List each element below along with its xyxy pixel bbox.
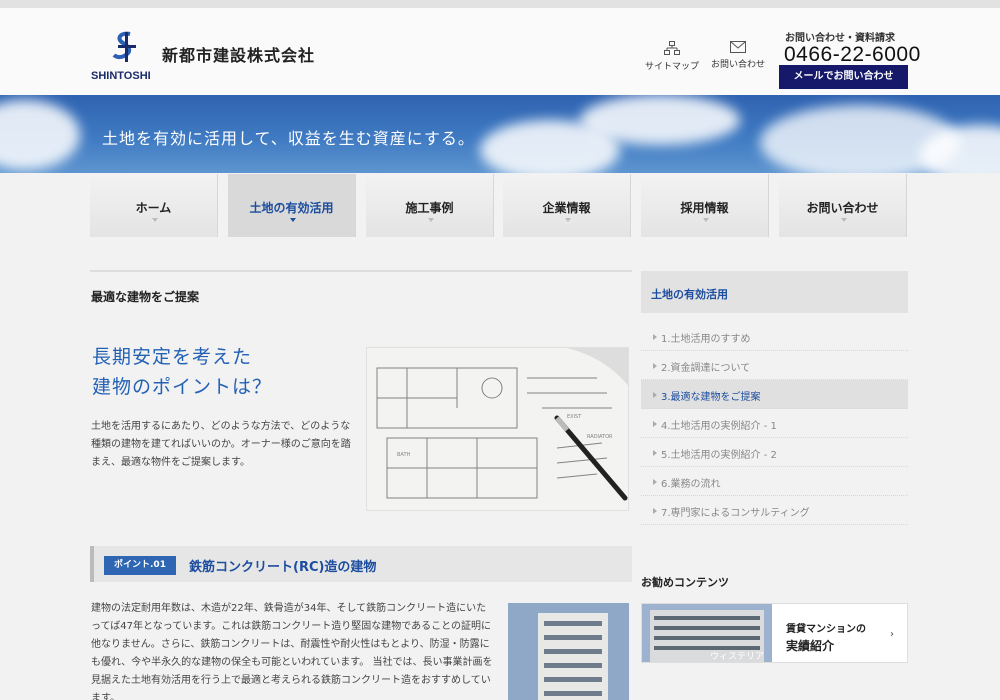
nav-arrow-icon: [152, 218, 158, 222]
nav-company[interactable]: 企業情報: [503, 174, 631, 237]
nav-arrow-icon: [703, 218, 709, 222]
blueprint-illustration: EXIST RADIATOR BATH: [367, 348, 628, 510]
sidebar-item-financing[interactable]: 2.資金調達について: [641, 351, 908, 380]
recommend-card[interactable]: ウィステリア湘南 賃貸マンションの 実績紹介 ›: [641, 603, 908, 663]
nav-contact[interactable]: お問い合わせ: [779, 174, 907, 237]
cloud-decoration: [580, 95, 740, 145]
lead-title-line: 長期安定を考えた: [92, 346, 253, 368]
phone-number[interactable]: 0466-22-6000: [784, 43, 921, 67]
svg-text:RADIATOR: RADIATOR: [587, 434, 613, 440]
nav-arrow-icon: [290, 218, 296, 222]
nav-works[interactable]: 施工事例: [366, 174, 494, 237]
point-body: 建物の法定耐用年数は、木造が22年、鉄骨造が34年、そして鉄筋コンクリート造にい…: [91, 603, 493, 700]
hero-tagline: 土地を有効に活用して、収益を生む資産にする。: [102, 129, 475, 148]
nav-label: 施工事例: [405, 201, 454, 215]
nav-label: 土地の有効活用: [249, 201, 334, 215]
nav-land-use[interactable]: 土地の有効活用: [228, 174, 356, 237]
nav-label: ホーム: [135, 201, 172, 215]
bullet-arrow-icon: [653, 392, 657, 398]
recommend-heading: お勧めコンテンツ: [641, 576, 729, 589]
building-illustration: [508, 603, 629, 700]
sidebar-title[interactable]: 土地の有効活用: [651, 286, 728, 302]
sidebar-item-case-1[interactable]: 4.土地活用の実例紹介 - 1: [641, 409, 908, 438]
sidebar-item-label: 1.土地活用のすすめ: [661, 334, 751, 345]
lead-title-line: 建物のポイントは？: [92, 376, 273, 398]
cloud-decoration: [0, 100, 80, 170]
sidebar-item-building-proposal[interactable]: 3.最適な建物をご提案: [641, 380, 908, 409]
bullet-arrow-icon: [653, 450, 657, 456]
bullet-arrow-icon: [653, 479, 657, 485]
bullet-arrow-icon: [653, 421, 657, 427]
logo-text[interactable]: SHINTOSHI: [91, 70, 151, 82]
sidebar-item-case-2[interactable]: 5.土地活用の実例紹介 - 2: [641, 438, 908, 467]
sidebar-item-label: 3.最適な建物をご提案: [661, 392, 761, 403]
svg-text:EXIST: EXIST: [567, 414, 582, 420]
bullet-arrow-icon: [653, 334, 657, 340]
svg-text:BATH: BATH: [397, 452, 411, 458]
building-photo: [508, 603, 629, 700]
nav-arrow-icon: [841, 218, 847, 222]
page-title: 最適な建物をご提案: [91, 290, 200, 304]
nav-label: 企業情報: [542, 201, 591, 215]
sidebar-item-label: 4.土地活用の実例紹介 - 1: [661, 421, 777, 432]
divider: [90, 270, 632, 272]
lead-body: 土地を活用するにあたり、どのような方法で、どのような種類の建物を建てればいいのか…: [91, 421, 351, 468]
point-badge: ポイント.01: [104, 556, 176, 575]
chevron-right-icon: ›: [890, 629, 894, 640]
sidebar-item-label: 5.土地活用の実例紹介 - 2: [661, 450, 777, 461]
point-title: 鉄筋コンクリート(RC)造の建物: [189, 560, 377, 575]
sitemap-label: サイトマップ: [644, 62, 699, 72]
recommend-caption: ウィステリア湘南: [710, 652, 765, 662]
mail-icon: [730, 41, 746, 53]
sidebar-item-consulting[interactable]: 7.専門家によるコンサルティング: [641, 496, 908, 525]
bullet-arrow-icon: [653, 363, 657, 369]
sidebar-item-workflow[interactable]: 6.業務の流れ: [641, 467, 908, 496]
contact-label: お問い合わせ: [710, 60, 765, 70]
sidebar-item-label: 2.資金調達について: [661, 363, 751, 374]
sidebar-item-label: 6.業務の流れ: [661, 479, 721, 490]
company-name[interactable]: 新都市建設株式会社: [162, 42, 315, 66]
sidebar-item-label: 7.専門家によるコンサルティング: [661, 508, 810, 519]
nav-label: お問い合わせ: [806, 201, 879, 215]
mail-contact-button[interactable]: メールでお問い合わせ: [779, 65, 908, 89]
hero-banner: 土地を有効に活用して、収益を生む資産にする。: [0, 95, 1000, 173]
contact-link[interactable]: お問い合わせ: [706, 41, 770, 70]
bullet-arrow-icon: [653, 508, 657, 514]
nav-label: 採用情報: [680, 201, 729, 215]
sitemap-link[interactable]: サイトマップ: [640, 41, 704, 72]
sitemap-icon: [664, 41, 680, 55]
main-nav: ホーム 土地の有効活用 施工事例 企業情報 採用情報 お問い合わせ: [90, 174, 908, 237]
recommend-text: 賃貸マンションの 実績紹介: [786, 622, 866, 654]
contact-heading: お問い合わせ・資料請求: [785, 33, 895, 44]
nav-arrow-icon: [428, 218, 434, 222]
logo-mark-icon[interactable]: [112, 30, 140, 64]
top-strip: [0, 0, 1000, 8]
recommend-image: ウィステリア湘南: [642, 604, 772, 662]
blueprint-image: EXIST RADIATOR BATH: [366, 347, 629, 511]
nav-arrow-icon: [565, 218, 571, 222]
sidebar-item-land-use-intro[interactable]: 1.土地活用のすすめ: [641, 322, 908, 351]
lead-title: 長期安定を考えた 建物のポイントは？: [92, 342, 272, 402]
nav-home[interactable]: ホーム: [90, 174, 218, 237]
recommend-line: 実績紹介: [786, 639, 835, 653]
recommend-line: 賃貸マンションの: [786, 624, 866, 635]
nav-recruit[interactable]: 採用情報: [641, 174, 769, 237]
